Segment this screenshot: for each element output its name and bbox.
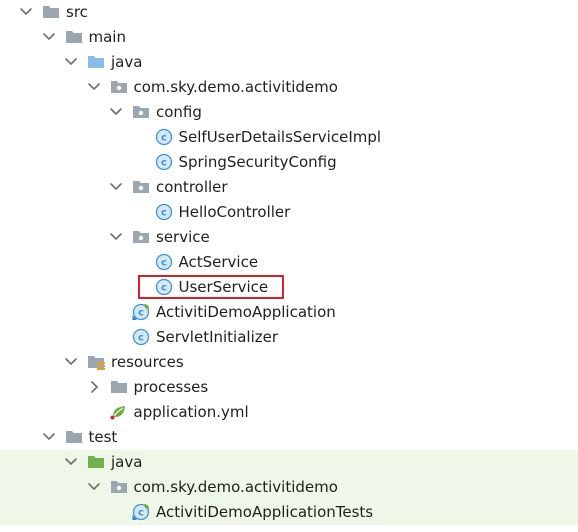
chevron-down-icon[interactable]: [63, 54, 79, 70]
package-icon: [110, 478, 128, 496]
chevron-down-icon[interactable]: [108, 179, 124, 195]
highlight-box: [138, 275, 284, 299]
tree-item-selfuserdetailsserviceimpl[interactable]: c SelfUserDetailsServiceImpl: [0, 125, 578, 150]
tree-item-src[interactable]: src: [0, 0, 578, 25]
spring-class-icon: c: [132, 503, 150, 521]
resources-folder-icon: [87, 353, 105, 371]
tree-item-test[interactable]: test: [0, 425, 578, 450]
tree-item-hellocontroller[interactable]: c HelloController: [0, 200, 578, 225]
chevron-down-icon[interactable]: [108, 229, 124, 245]
package-icon: [110, 78, 128, 96]
spring-class-icon: c: [132, 303, 150, 321]
package-icon: [132, 178, 150, 196]
tree-item-label: SpringSecurityConfig: [178, 153, 337, 171]
test-folder-icon: [87, 453, 105, 471]
svg-text:c: c: [161, 158, 167, 169]
svg-text:c: c: [138, 333, 144, 344]
chevron-down-icon[interactable]: [18, 4, 34, 20]
svg-text:c: c: [138, 508, 144, 519]
chevron-down-icon[interactable]: [108, 104, 124, 120]
tree-item-java[interactable]: java: [0, 450, 578, 475]
svg-text:c: c: [161, 208, 167, 219]
tree-item-label: ActivitiDemoApplicationTests: [156, 503, 374, 521]
tree-item-label: service: [156, 228, 210, 246]
folder-icon: [65, 28, 83, 46]
tree-item-service[interactable]: service: [0, 225, 578, 250]
tree-item-resources[interactable]: resources: [0, 350, 578, 375]
chevron-down-icon[interactable]: [63, 354, 79, 370]
folder-icon: [42, 3, 60, 21]
tree-item-servletinitializer[interactable]: c ServletInitializer: [0, 325, 578, 350]
chevron-down-icon[interactable]: [63, 454, 79, 470]
package-icon: [132, 228, 150, 246]
java-class-icon: c: [155, 153, 173, 171]
tree-item-processes[interactable]: processes: [0, 375, 578, 400]
tree-item-com-sky-demo-activitidemo[interactable]: com.sky.demo.activitidemo: [0, 75, 578, 100]
tree-item-label: HelloController: [178, 203, 291, 221]
tree-item-label: application.yml: [133, 403, 249, 421]
svg-text:c: c: [161, 133, 167, 144]
yml-file-icon: [110, 403, 128, 421]
tree-item-label: com.sky.demo.activitidemo: [133, 78, 338, 96]
tree-item-com-sky-demo-activitidemo[interactable]: com.sky.demo.activitidemo: [0, 475, 578, 500]
tree-item-label: java: [111, 453, 143, 471]
chevron-down-icon[interactable]: [41, 29, 57, 45]
tree-item-controller[interactable]: controller: [0, 175, 578, 200]
tree-item-application-yml[interactable]: application.yml: [0, 400, 578, 425]
tree-item-activitidemoapplicationtests[interactable]: c ActivitiDemoApplicationTests: [0, 500, 578, 525]
java-class-icon: c: [132, 328, 150, 346]
tree-item-actservice[interactable]: c ActService: [0, 250, 578, 275]
chevron-right-icon[interactable]: [86, 379, 102, 395]
tree-item-label: ServletInitializer: [156, 328, 279, 346]
tree-item-label: ActivitiDemoApplication: [156, 303, 336, 321]
folder-icon: [110, 378, 128, 396]
tree-item-label: test: [88, 428, 118, 446]
chevron-down-icon[interactable]: [86, 479, 102, 495]
project-tree: src main java com.sky.demo.activitidemo conf…: [0, 0, 578, 532]
tree-item-label: main: [88, 28, 126, 46]
tree-item-label: java: [111, 53, 143, 71]
tree-item-label: controller: [156, 178, 228, 196]
folder-icon: [65, 428, 83, 446]
tree-item-label: processes: [133, 378, 209, 396]
svg-text:c: c: [161, 258, 167, 269]
java-class-icon: c: [155, 253, 173, 271]
chevron-down-icon[interactable]: [41, 429, 57, 445]
tree-item-label: src: [66, 3, 88, 21]
package-icon: [132, 103, 150, 121]
tree-item-label: SelfUserDetailsServiceImpl: [178, 128, 382, 146]
tree-item-main[interactable]: main: [0, 25, 578, 50]
tree-item-config[interactable]: config: [0, 100, 578, 125]
tree-item-label: resources: [111, 353, 184, 371]
tree-item-activitidemoapplication[interactable]: c ActivitiDemoApplication: [0, 300, 578, 325]
cut-off-row-icons: [20, 525, 80, 532]
java-class-icon: c: [155, 128, 173, 146]
tree-item-label: config: [156, 103, 202, 121]
chevron-down-icon[interactable]: [86, 79, 102, 95]
tree-item-label: com.sky.demo.activitidemo: [133, 478, 338, 496]
source-folder-icon: [87, 53, 105, 71]
tree-item-userservice[interactable]: c UserService: [0, 275, 578, 300]
java-class-icon: c: [155, 203, 173, 221]
tree-item-java[interactable]: java: [0, 50, 578, 75]
tree-item-springsecurityconfig[interactable]: c SpringSecurityConfig: [0, 150, 578, 175]
svg-text:c: c: [138, 308, 144, 319]
tree-item-label: ActService: [178, 253, 259, 271]
